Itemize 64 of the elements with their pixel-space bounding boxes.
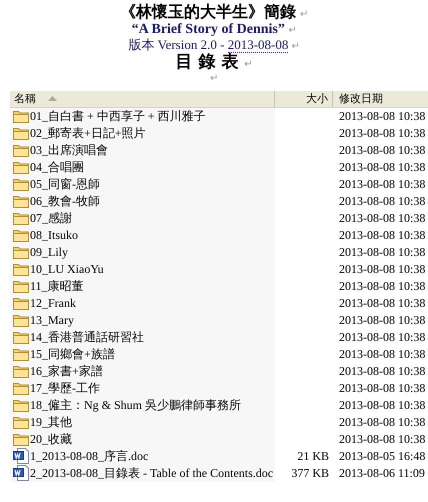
folder-icon bbox=[13, 347, 29, 362]
modified-date: 2013-08-08 10:38 bbox=[339, 346, 426, 361]
modified-date: 2013-08-08 10:38 bbox=[339, 432, 426, 446]
file-name[interactable]: 12_Frank bbox=[30, 296, 76, 311]
file-name[interactable]: 13_Mary bbox=[30, 312, 74, 328]
folder-icon bbox=[13, 279, 29, 294]
folder-icon bbox=[13, 330, 29, 344]
modified-date: 2013-08-08 10:38 bbox=[339, 330, 426, 344]
modified-date: 2013-08-08 10:38 bbox=[339, 312, 426, 327]
folder-icon bbox=[13, 109, 29, 124]
version-line: 版本 Version 2.0 - 2013-08-08 bbox=[128, 37, 288, 54]
folder-icon bbox=[13, 245, 29, 260]
file-name[interactable]: 19_其他 bbox=[30, 414, 72, 431]
modified-date: 2013-08-08 10:38 bbox=[339, 262, 426, 276]
folder-icon bbox=[13, 296, 29, 310]
modified-date: 2013-08-08 10:38 bbox=[339, 176, 426, 191]
paragraph-mark: ↵ bbox=[244, 59, 253, 70]
modified-date: 2013-08-08 10:38 bbox=[339, 194, 426, 208]
file-name[interactable]: 08_Itsuko bbox=[30, 228, 78, 243]
folder-icon bbox=[13, 126, 29, 140]
modified-date: 2013-08-08 10:38 bbox=[339, 398, 426, 412]
paragraph-mark: ↵ bbox=[300, 9, 308, 20]
modified-date: 2013-08-05 16:48 bbox=[339, 448, 426, 463]
file-size: 377 KB bbox=[291, 466, 329, 480]
file-size: 21 KB bbox=[297, 448, 329, 463]
modified-date: 2013-08-08 10:38 bbox=[339, 414, 426, 429]
folder-icon bbox=[13, 262, 29, 276]
modified-date: 2013-08-08 10:38 bbox=[339, 210, 426, 225]
modified-date: 2013-08-08 10:38 bbox=[339, 244, 426, 259]
modified-date: 2013-08-08 10:38 bbox=[339, 278, 426, 293]
column-header[interactable]: 名稱 bbox=[10, 90, 275, 107]
modified-date: 2013-08-08 10:38 bbox=[339, 142, 426, 157]
toc-heading: 目 錄 表 bbox=[175, 52, 238, 72]
paragraph-mark: ↵ bbox=[292, 41, 300, 52]
folder-icon bbox=[13, 228, 29, 242]
modified-date: 2013-08-08 10:38 bbox=[339, 126, 426, 140]
file-name[interactable]: 07_感謝 bbox=[30, 210, 72, 227]
column-header[interactable]: 大小 bbox=[275, 90, 333, 107]
modified-date: 2013-08-06 11:09 bbox=[339, 466, 425, 480]
paragraph-mark: ↵ bbox=[210, 72, 218, 84]
document-title: 《林懷玉的大半生》簡錄 bbox=[120, 4, 296, 21]
modified-date: 2013-08-08 10:38 bbox=[339, 364, 426, 378]
sort-arrow-icon bbox=[48, 96, 57, 102]
folder-icon bbox=[13, 398, 29, 412]
paragraph-mark: ↵ bbox=[288, 25, 296, 36]
folder-icon bbox=[13, 381, 29, 396]
folder-icon bbox=[13, 177, 29, 192]
modified-date: 2013-08-08 10:38 bbox=[339, 380, 426, 395]
modified-date: 2013-08-08 10:38 bbox=[339, 108, 426, 123]
modified-date: 2013-08-08 10:38 bbox=[339, 160, 426, 174]
file-name[interactable]: 20_收藏 bbox=[30, 430, 72, 448]
file-name[interactable]: 09_Lily bbox=[30, 244, 68, 260]
document-subtitle: “A Brief Story of Dennis” bbox=[132, 22, 285, 38]
folder-icon bbox=[13, 143, 29, 158]
folder-icon bbox=[13, 160, 29, 174]
folder-icon bbox=[13, 194, 29, 208]
folder-icon bbox=[13, 432, 29, 446]
folder-icon bbox=[13, 211, 29, 226]
modified-date: 2013-08-08 10:38 bbox=[339, 296, 426, 310]
folder-icon bbox=[13, 313, 29, 328]
column-header[interactable]: 修改日期 bbox=[333, 90, 428, 107]
folder-icon bbox=[13, 415, 29, 430]
modified-date: 2013-08-08 10:38 bbox=[339, 228, 426, 242]
folder-icon bbox=[13, 364, 29, 378]
